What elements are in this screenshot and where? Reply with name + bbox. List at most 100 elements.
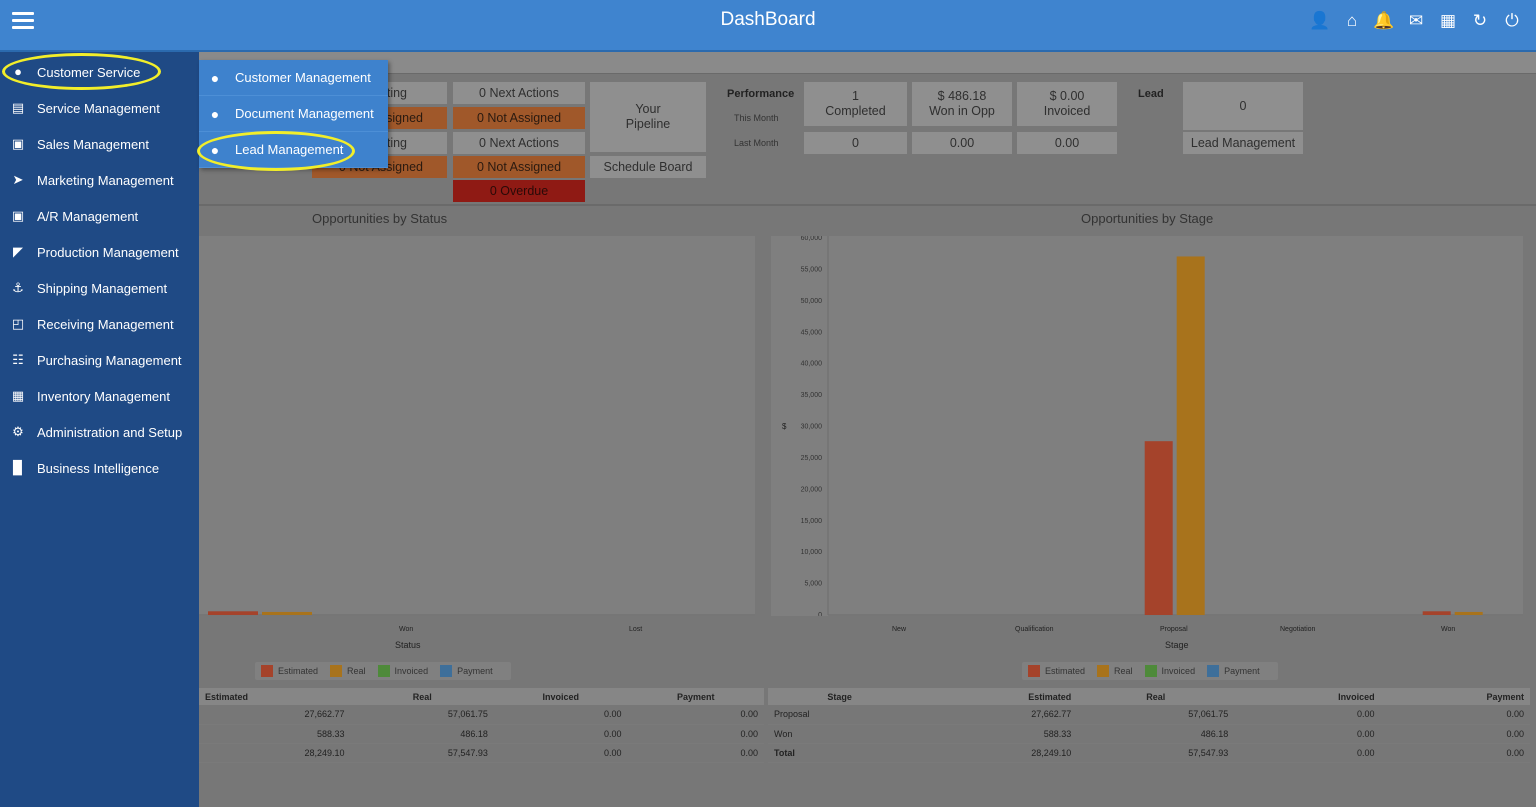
col-header[interactable]: Stage (768, 688, 912, 705)
legend-label: Estimated (278, 666, 319, 676)
bell-icon[interactable]: 🔔 (1368, 10, 1400, 32)
sidebar-item-customer-service[interactable]: ● Customer Service (0, 54, 199, 90)
legend-label: Invoiced (1161, 666, 1196, 676)
lead-management-button[interactable]: Lead Management (1183, 132, 1303, 154)
overdue-tile[interactable]: 0 Overdue (453, 180, 585, 202)
gears-icon: ⚙ (12, 424, 24, 439)
chart-status-plot (199, 236, 755, 616)
home-icon[interactable]: ⌂ (1336, 10, 1368, 32)
won-in-opp-tile[interactable]: $ 486.18 Won in Opp (912, 82, 1012, 126)
mail-icon[interactable]: ✉ (1400, 10, 1432, 32)
sidebar-item-label: Service Management (37, 100, 160, 116)
sidebar-item-shipping-management[interactable]: ⚓ Shipping Management (0, 270, 199, 306)
x-axis-title: Stage (1165, 640, 1189, 650)
chart-stage-plot: 60,000 55,000 50,000 45,000 40,000 35,000 30,0… (771, 235, 1523, 619)
x-tick-label: Won (399, 626, 414, 633)
server-icon: ▤ (11, 100, 25, 115)
bar-estimated-proposal[interactable] (1144, 441, 1173, 615)
sidebar-item-production-management[interactable]: ◤ Production Management (0, 234, 199, 270)
legend-item-payment[interactable]: Payment (1207, 665, 1260, 677)
table-row[interactable]: Total 28,249.10 57,547.93 0.00 0.00 (768, 743, 1530, 763)
bar-real-won[interactable] (1454, 611, 1483, 615)
next-actions-tile[interactable]: 0 Next Actions (453, 82, 585, 104)
table-row[interactable]: Proposal 27,662.77 57,061.75 0.00 0.00 (768, 705, 1530, 725)
table-cell: 588.33 (911, 724, 1078, 744)
table-row[interactable]: Won 588.33 486.18 0.00 0.00 (768, 724, 1530, 744)
legend-label: Real (347, 666, 366, 676)
y-axis-title: $ (782, 422, 787, 431)
y-tick-label: 50,000 (801, 298, 823, 305)
table-row[interactable]: 27,662.77 57,061.75 0.00 0.00 (199, 705, 764, 725)
lead-count-tile[interactable]: 0 (1183, 82, 1303, 130)
stage-bars (1144, 256, 1483, 615)
schedule-board-tile[interactable]: Schedule Board (590, 156, 706, 178)
bar-estimated-won[interactable] (208, 611, 258, 615)
col-header[interactable]: Invoiced (493, 688, 628, 705)
sidebar-item-label: Shipping Management (37, 280, 168, 296)
sidebar-item-receiving-management[interactable]: ◰ Receiving Management (0, 306, 199, 342)
submenu-item-document-management[interactable]: ● Document Management (199, 96, 388, 132)
sidebar-item-label: Sales Management (37, 136, 150, 152)
col-header[interactable]: Payment (1380, 688, 1530, 705)
table-row[interactable]: 28,249.10 57,547.93 0.00 0.00 (199, 743, 764, 763)
legend-item-invoiced[interactable]: Invoiced (1144, 665, 1196, 677)
sidebar-item-marketing-management[interactable]: ➤ Marketing Management (0, 162, 199, 198)
user-icon[interactable]: 👤 (1304, 10, 1336, 32)
table-cell: 57,061.75 (1077, 705, 1235, 725)
bar-estimated-won[interactable] (1422, 611, 1451, 615)
next-actions-tile[interactable]: 0 Next Actions (453, 132, 585, 154)
col-header[interactable]: Estimated (199, 688, 351, 705)
sidebar-item-label: Customer Service (37, 64, 141, 80)
col-header[interactable]: Estimated (911, 688, 1078, 705)
not-assigned-tile[interactable]: 0 Not Assigned (453, 156, 585, 178)
sidebar-item-purchasing-management[interactable]: ☷ Purchasing Management (0, 342, 199, 378)
sidebar-item-business-intelligence[interactable]: ▉ Business Intelligence (0, 450, 199, 486)
legend-item-estimated[interactable]: Estimated (261, 665, 318, 677)
sidebar-item-sales-management[interactable]: ▣ Sales Management (0, 126, 199, 162)
not-assigned-tile[interactable]: 0 Not Assigned (453, 107, 585, 129)
col-header[interactable]: Payment (627, 688, 764, 705)
legend-item-real[interactable]: Real (330, 665, 366, 677)
table-cell: 486.18 (1077, 724, 1235, 744)
legend-label: Invoiced (394, 666, 429, 676)
col-header[interactable]: Invoiced (1234, 688, 1381, 705)
calendar-icon[interactable]: ▦ (1432, 10, 1464, 32)
sidebar-item-ar-management[interactable]: ▣ A/R Management (0, 198, 199, 234)
col-header[interactable]: Real (350, 688, 494, 705)
table-cell: 0.00 (627, 724, 764, 744)
submenu-item-customer-management[interactable]: ● Customer Management (199, 60, 388, 96)
legend-item-invoiced[interactable]: Invoiced (377, 665, 429, 677)
your-pipeline-tile[interactable]: Your Pipeline (590, 82, 706, 152)
bar-real-won[interactable] (262, 611, 312, 615)
invoiced-tile[interactable]: $ 0.00 Invoiced (1017, 82, 1117, 126)
table-cell: 0.00 (1380, 724, 1530, 744)
sidebar-item-service-management[interactable]: ▤ Service Management (0, 90, 199, 126)
legend-label: Estimated (1045, 666, 1086, 676)
sidebar-item-label: Marketing Management (37, 172, 174, 188)
performance-label: Performance (727, 88, 795, 100)
table-cell: 0.00 (1234, 743, 1381, 763)
legend-item-estimated[interactable]: Estimated (1028, 665, 1085, 677)
table-cell: Won (768, 724, 912, 744)
completed-tile[interactable]: 1 Completed (804, 82, 907, 126)
table-row[interactable]: 588.33 486.18 0.00 0.00 (199, 724, 764, 744)
submenu-item-lead-management[interactable]: ● Lead Management (199, 132, 388, 168)
legend-item-real[interactable]: Real (1097, 665, 1133, 677)
sidebar-item-administration-setup[interactable]: ⚙ Administration and Setup (0, 414, 199, 450)
this-month-label: This Month (734, 113, 779, 123)
legend-item-payment[interactable]: Payment (440, 665, 493, 677)
table-cell: 57,061.75 (350, 705, 494, 725)
power-icon[interactable]: ⏻ (1496, 10, 1528, 32)
bar-real-proposal[interactable] (1176, 256, 1205, 615)
submenu-item-label: Lead Management (235, 142, 344, 157)
sidebar-item-inventory-management[interactable]: ▦ Inventory Management (0, 378, 199, 414)
basket-icon: ◰ (11, 316, 25, 331)
cart-icon: ☷ (12, 352, 24, 367)
col-header[interactable]: Real (1077, 688, 1235, 705)
sidebar: ● Customer Service ▤ Service Management ▣ S… (0, 52, 199, 807)
chart-status-legend: Estimated Real Invoiced Payment (255, 662, 511, 680)
refresh-icon[interactable]: ↻ (1464, 10, 1496, 32)
x-tick-label: Proposal (1160, 626, 1188, 633)
top-header: DashBoard 👤 ⌂ 🔔 ✉ ▦ ↻ ⏻ (0, 0, 1536, 52)
table-cell: 0.00 (1234, 724, 1381, 744)
